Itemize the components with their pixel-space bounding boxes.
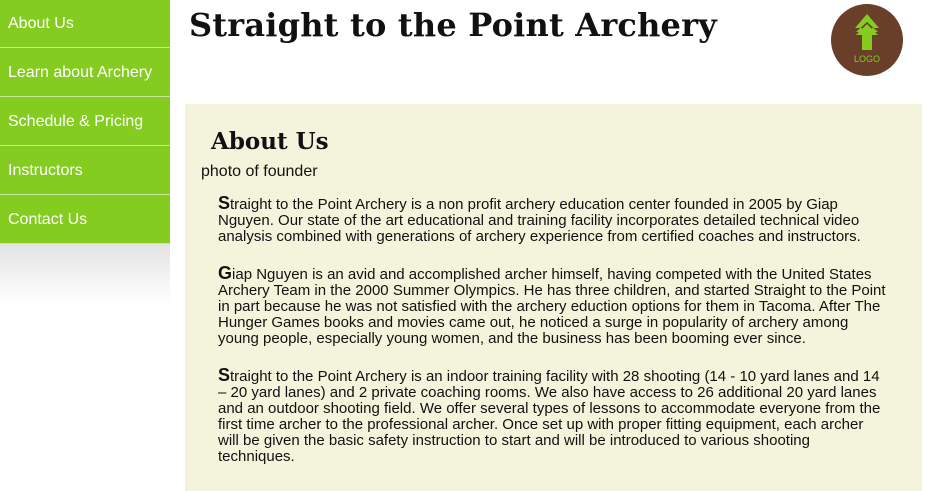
about-paragraphs: Straight to the Point Archery is a non p… — [218, 193, 888, 485]
paragraph-text: iap Nguyen is an avid and accomplished a… — [218, 266, 886, 347]
paragraph-facility: Straight to the Point Archery is an indo… — [218, 365, 888, 465]
nav-item-contact-us[interactable]: Contact Us — [0, 195, 170, 244]
drop-cap: G — [218, 263, 233, 283]
paragraph-intro: Straight to the Point Archery is a non p… — [218, 193, 888, 245]
page-heading: About Us — [211, 128, 329, 155]
nav-item-about-us[interactable]: About Us — [0, 0, 170, 48]
content-panel: About Us photo of founder Straight to th… — [185, 104, 922, 491]
paragraph-founder: Giap Nguyen is an avid and accomplished … — [218, 263, 888, 347]
nav-item-schedule-pricing[interactable]: Schedule & Pricing — [0, 97, 170, 146]
site-title: Straight to the Point Archery — [189, 6, 717, 44]
arrow-up-logo-icon — [855, 14, 879, 50]
founder-photo-placeholder: photo of founder — [201, 163, 318, 180]
drop-cap: S — [218, 365, 231, 385]
logo-text: LOGO — [853, 54, 880, 64]
drop-cap: S — [218, 193, 231, 213]
nav-item-instructors[interactable]: Instructors — [0, 146, 170, 195]
sidebar-shadow — [0, 244, 170, 304]
sidebar-nav: About Us Learn about Archery Schedule & … — [0, 0, 170, 304]
paragraph-text: traight to the Point Archery is a non pr… — [218, 196, 861, 245]
nav-item-learn-about-archery[interactable]: Learn about Archery — [0, 48, 170, 97]
page: About Us Learn about Archery Schedule & … — [0, 0, 941, 491]
logo[interactable]: LOGO — [831, 4, 903, 76]
paragraph-text: traight to the Point Archery is an indoo… — [218, 368, 881, 465]
